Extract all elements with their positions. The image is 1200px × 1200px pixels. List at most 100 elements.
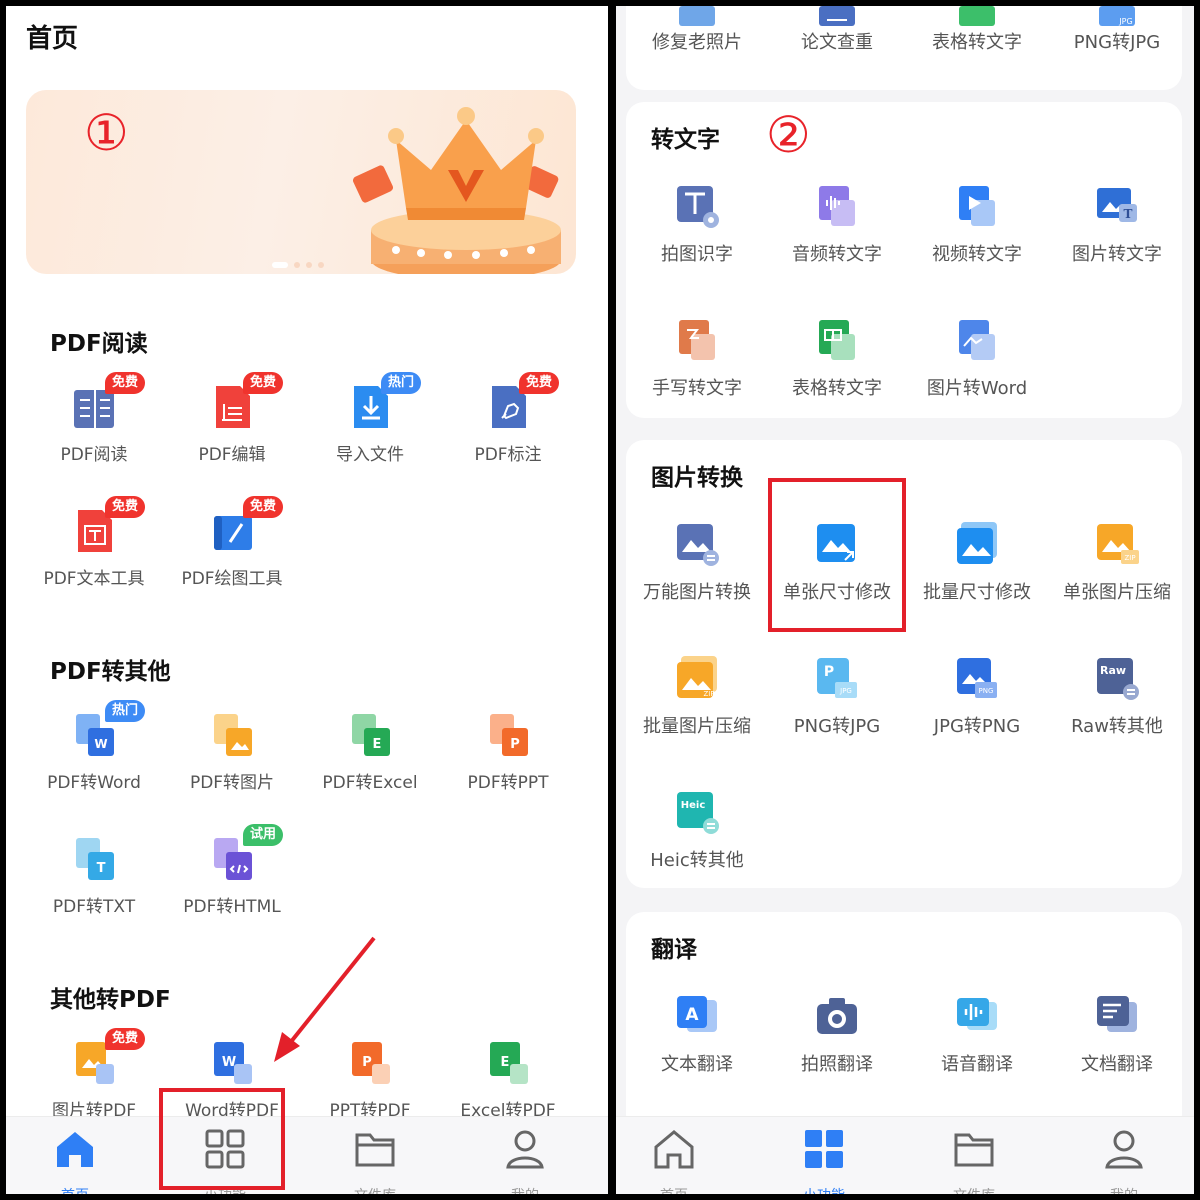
document-translate-icon bbox=[1097, 996, 1137, 1032]
tool-batch-resize[interactable]: 批量尺寸修改 bbox=[907, 510, 1047, 630]
tab-tools[interactable]: 小功能 bbox=[774, 1123, 874, 1194]
tool-pdf-edit[interactable]: 免费 PDF编辑 bbox=[163, 372, 301, 492]
tool-table-to-text[interactable]: 表格转文字 bbox=[767, 306, 907, 426]
tool-table-to-text-top[interactable]: 表格转文字 bbox=[907, 6, 1047, 106]
tool-label: Heic转其他 bbox=[650, 850, 744, 871]
image-text-icon: T bbox=[1097, 188, 1137, 222]
word-to-pdf-icon: W bbox=[214, 1042, 252, 1084]
tool-batch-compress[interactable]: ZIP 批量图片压缩 bbox=[627, 644, 767, 764]
tab-label: 文件库 bbox=[924, 1185, 1024, 1194]
tab-label: 我的 bbox=[1074, 1185, 1174, 1194]
tool-label: 导入文件 bbox=[336, 445, 404, 465]
section-title-pdf-to-other: PDF转其他 bbox=[50, 659, 171, 685]
tool-voice-translate[interactable]: 语音翻译 bbox=[907, 982, 1047, 1102]
tool-label: 文档翻译 bbox=[1081, 1054, 1153, 1075]
tool-pdf-to-html[interactable]: 试用 PDF转HTML bbox=[163, 824, 301, 944]
svg-text:P: P bbox=[824, 664, 834, 680]
tool-universal-image-convert[interactable]: 万能图片转换 bbox=[627, 510, 767, 630]
tool-pdf-to-word[interactable]: W 热门 PDF转Word bbox=[25, 700, 163, 820]
tool-paper-check[interactable]: 论文查重 bbox=[767, 6, 907, 106]
tool-label: JPG转PNG bbox=[933, 716, 1021, 737]
text-translate-icon: A bbox=[677, 996, 717, 1032]
grid-icon bbox=[805, 1130, 843, 1168]
tool-label: PNG转JPG bbox=[1073, 32, 1161, 53]
tool-pdf-annotate[interactable]: 免费 PDF标注 bbox=[439, 372, 577, 492]
svg-text:T: T bbox=[97, 861, 106, 876]
pdf-to-image-icon bbox=[214, 714, 252, 756]
tool-pdf-to-txt[interactable]: T PDF转TXT bbox=[25, 824, 163, 944]
section-title-to-text: 转文字 bbox=[651, 127, 720, 153]
tool-label: PDF转PPT bbox=[467, 773, 549, 793]
tool-label: Raw转其他 bbox=[1071, 716, 1163, 737]
ocr-camera-icon bbox=[677, 186, 719, 228]
tool-label: PDF文本工具 bbox=[43, 569, 145, 589]
tool-label: PNG转JPG bbox=[793, 716, 881, 737]
tool-pdf-text[interactable]: 免费 PDF文本工具 bbox=[25, 496, 163, 616]
tool-pdf-to-image[interactable]: PDF转图片 bbox=[163, 700, 301, 820]
tool-png-to-jpg[interactable]: P JPG PNG转JPG bbox=[767, 644, 907, 764]
tab-home[interactable]: 首页 bbox=[624, 1123, 724, 1194]
svg-text:E: E bbox=[373, 737, 382, 752]
tool-pdf-draw[interactable]: 免费 PDF绘图工具 bbox=[163, 496, 301, 616]
jpg-to-png-icon: PNG bbox=[957, 658, 997, 698]
tool-pdf-to-ppt[interactable]: P PDF转PPT bbox=[439, 700, 577, 820]
tool-photo-translate[interactable]: 拍照翻译 bbox=[767, 982, 907, 1102]
tool-label: 拍照翻译 bbox=[801, 1054, 873, 1075]
card-image-convert: 图片转换 万能图片转换 单张尺寸修改 批量尺寸修改 ZIP 单张图片压缩 ZIP… bbox=[626, 440, 1182, 888]
badge-free: 免费 bbox=[243, 372, 284, 394]
tool-video-to-text[interactable]: 视频转文字 bbox=[907, 172, 1047, 292]
tool-label: PDF转Excel bbox=[322, 773, 418, 793]
tool-label: 表格转文字 bbox=[932, 32, 1022, 53]
carousel-dots bbox=[272, 262, 332, 268]
tool-png-to-jpg-top[interactable]: JPG PNG转JPG bbox=[1047, 6, 1187, 106]
badge-trial: 试用 bbox=[243, 824, 284, 846]
tool-label: 图片转文字 bbox=[1072, 244, 1162, 265]
user-icon bbox=[506, 1130, 544, 1169]
svg-text:ZIP: ZIP bbox=[703, 690, 714, 698]
svg-text:P: P bbox=[510, 737, 520, 752]
badge-free: 免费 bbox=[243, 496, 284, 518]
tab-label: 小功能 bbox=[774, 1185, 874, 1194]
tab-label: 首页 bbox=[25, 1185, 125, 1194]
tool-label: 手写转文字 bbox=[652, 378, 742, 399]
tool-image-to-text[interactable]: T 图片转文字 bbox=[1047, 172, 1187, 292]
tool-image-to-word[interactable]: 图片转Word bbox=[907, 306, 1047, 426]
tool-import-file[interactable]: 热门 导入文件 bbox=[301, 372, 439, 492]
tool-doc-translate[interactable]: 文档翻译 bbox=[1047, 982, 1187, 1102]
tab-files[interactable]: 文件库 bbox=[325, 1123, 425, 1194]
card-top-tools: 修复老照片 论文查重 表格转文字 JPG PNG转JPG bbox=[626, 6, 1182, 90]
tab-home[interactable]: 首页 bbox=[25, 1123, 125, 1194]
tool-label: 音频转文字 bbox=[792, 244, 882, 265]
tool-heic-convert[interactable]: Heic Heic转其他 bbox=[627, 778, 767, 898]
tool-label: PDF转图片 bbox=[189, 773, 275, 793]
tool-pdf-read[interactable]: 免费 PDF阅读 bbox=[25, 372, 163, 492]
tool-handwriting-to-text[interactable]: 手写转文字 bbox=[627, 306, 767, 426]
tool-label: 论文查重 bbox=[801, 32, 873, 53]
tool-label: 视频转文字 bbox=[932, 244, 1022, 265]
svg-text:ZIP: ZIP bbox=[1124, 554, 1135, 562]
badge-hot: 热门 bbox=[381, 372, 422, 394]
tool-label: PDF编辑 bbox=[198, 445, 266, 465]
tool-label: PDF绘图工具 bbox=[181, 569, 283, 589]
tab-me[interactable]: 我的 bbox=[475, 1123, 575, 1194]
tool-single-compress[interactable]: ZIP 单张图片压缩 bbox=[1047, 510, 1187, 630]
folder-icon bbox=[954, 1133, 994, 1167]
section-title-translate: 翻译 bbox=[651, 937, 697, 963]
tool-label: 单张图片压缩 bbox=[1063, 582, 1171, 603]
tool-text-translate[interactable]: A 文本翻译 bbox=[627, 982, 767, 1102]
tool-label: PDF转TXT bbox=[52, 897, 136, 917]
tool-jpg-to-png[interactable]: PNG JPG转PNG bbox=[907, 644, 1047, 764]
tool-photo-ocr[interactable]: 拍图识字 bbox=[627, 172, 767, 292]
tab-me[interactable]: 我的 bbox=[1074, 1123, 1174, 1194]
tab-files[interactable]: 文件库 bbox=[924, 1123, 1024, 1194]
tool-pdf-to-excel[interactable]: E PDF转Excel bbox=[301, 700, 439, 820]
batch-resize-icon bbox=[957, 522, 997, 564]
section-title-pdf-read: PDF阅读 bbox=[50, 331, 148, 357]
section-title-other-to-pdf: 其他转PDF bbox=[50, 987, 171, 1013]
home-screen: 首页 ① PDF阅读 免费 PDF阅读 免费 PDF编辑 热门 导入文件 免费 … bbox=[6, 6, 608, 1194]
tool-raw-convert[interactable]: Raw Raw转其他 bbox=[1047, 644, 1187, 764]
promo-banner[interactable]: ① bbox=[26, 90, 576, 274]
tool-restore-photo[interactable]: 修复老照片 bbox=[627, 6, 767, 106]
tool-audio-to-text[interactable]: 音频转文字 bbox=[767, 172, 907, 292]
badge-free: 免费 bbox=[519, 372, 560, 394]
